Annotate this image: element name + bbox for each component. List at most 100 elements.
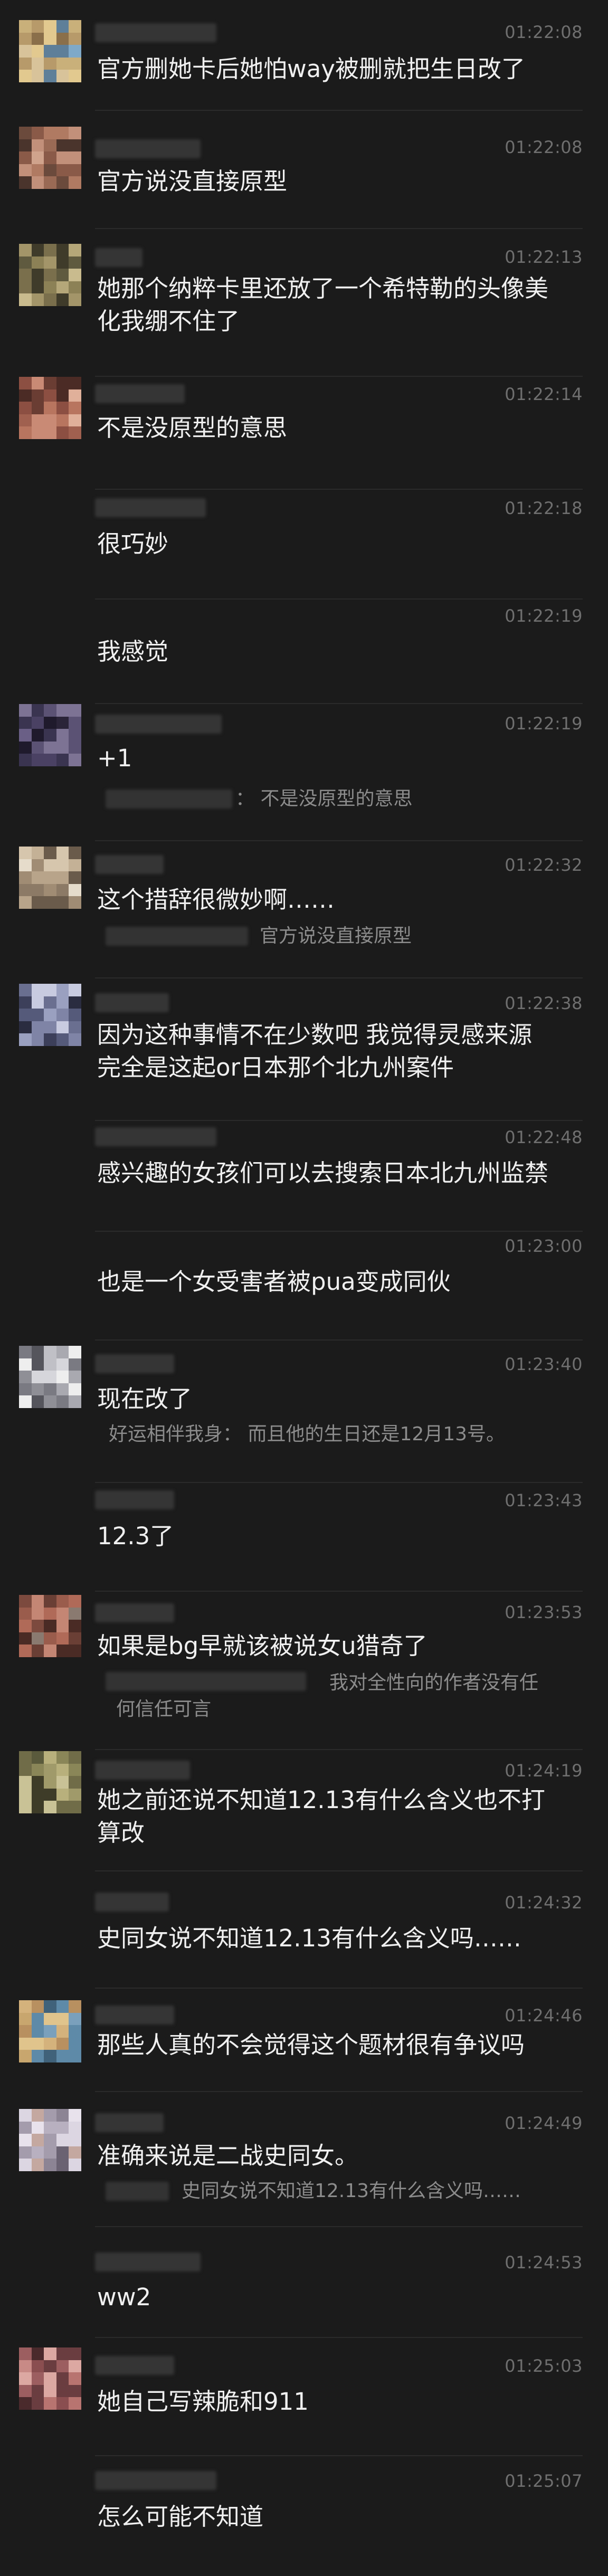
chat-message: 01:23:53 如果是bg早就该被说女u猎奇了 我对全性向的作者没有任 何信任… <box>0 1592 608 1750</box>
message-text: 史同女说不知道12.13有什么含义吗…… <box>97 1924 521 1952</box>
avatar[interactable] <box>19 1751 81 1813</box>
reply-author-blurred <box>106 790 232 809</box>
chat-message: 01:22:13 她那个纳粹卡里还放了一个希特勒的头像美 化我绷不住了 <box>0 229 608 377</box>
username-blurred <box>95 248 142 267</box>
chat-message: 01:22:08 官方删她卡后她怕way被删就把生日改了 <box>0 0 608 111</box>
message-text: 不是没原型的意思 <box>97 414 288 442</box>
reply-text: 我对全性向的作者没有任 <box>329 1672 539 1694</box>
username-blurred <box>95 2252 201 2271</box>
message-time: 01:22:08 <box>505 137 583 157</box>
message-text: 她之前还说不知道12.13有什么含义也不打 算改 <box>97 1786 545 1847</box>
quoted-reply[interactable]: 我对全性向的作者没有任 何信任可言 <box>97 1666 583 1724</box>
chat-message: 01:22:18 很巧妙 <box>0 490 608 600</box>
avatar[interactable] <box>19 2000 81 2062</box>
message-time: 01:22:18 <box>505 498 583 518</box>
chat-message: 01:24:53 ww2 <box>0 2227 608 2338</box>
username-blurred <box>95 1354 174 1373</box>
username-blurred <box>95 715 222 734</box>
username-blurred <box>95 384 185 403</box>
message-text: 如果是bg早就该被说女u猎奇了 <box>97 1632 428 1660</box>
avatar[interactable] <box>19 377 81 439</box>
avatar[interactable] <box>19 2347 81 2410</box>
message-time: 01:24:32 <box>505 1893 583 1913</box>
username-blurred <box>95 1490 174 1509</box>
chat-message: 01:23:00 也是一个女受害者被pua变成同伙 <box>0 1232 608 1341</box>
chat-message: 01:25:07 怎么可能不知道 <box>0 2456 608 2576</box>
chat-message: 01:24:32 史同女说不知道12.13有什么含义吗…… <box>0 1871 608 1989</box>
message-time: 01:22:13 <box>505 247 583 267</box>
chat-message: 01:22:08 官方说没直接原型 <box>0 111 608 229</box>
message-time: 01:22:32 <box>505 855 583 875</box>
message-time: 01:22:14 <box>505 384 583 404</box>
chat-message: 01:22:19 我感觉 <box>0 600 608 704</box>
message-time: 01:24:53 <box>505 2252 583 2273</box>
username-blurred <box>95 2005 174 2024</box>
message-text: 这个措辞很微妙啊…… <box>97 886 335 914</box>
message-time: 01:23:00 <box>505 1236 583 1256</box>
avatar[interactable] <box>19 847 81 909</box>
username-blurred <box>95 498 206 517</box>
reply-text: ： 不是没原型的意思 <box>235 788 413 810</box>
chat-message: 01:22:38 因为这种事情不在少数吧 我觉得灵感来源 完全是这起or日本那个… <box>0 978 608 1121</box>
message-time: 01:24:46 <box>505 2005 583 2026</box>
message-text: 因为这种事情不在少数吧 我觉得灵感来源 完全是这起or日本那个北九州案件 <box>97 1021 533 1081</box>
chat-message: 01:24:46 那些人真的不会觉得这个题材很有争议吗 <box>0 1989 608 2092</box>
avatar[interactable] <box>19 1595 81 1657</box>
chat-message: 01:24:19 她之前还说不知道12.13有什么含义也不打 算改 <box>0 1750 608 1871</box>
message-time: 01:23:40 <box>505 1354 583 1374</box>
avatar[interactable] <box>19 704 81 766</box>
chat-message: 01:25:03 她自己写辣脆和911 <box>0 2338 608 2456</box>
chat-message: 01:22:14 不是没原型的意思 <box>0 377 608 490</box>
message-text: +1 <box>97 744 132 772</box>
message-time: 01:22:19 <box>505 714 583 734</box>
username-blurred <box>95 139 201 158</box>
chat-message: 01:22:48 感兴趣的女孩们可以去搜索日本北九州监禁 <box>0 1121 608 1232</box>
message-time: 01:23:43 <box>505 1490 583 1510</box>
username-blurred <box>95 23 216 42</box>
message-text: 现在改了 <box>97 1385 193 1413</box>
message-time: 01:24:19 <box>505 1761 583 1781</box>
message-text: 她那个纳粹卡里还放了一个希特勒的头像美 化我绷不住了 <box>97 274 549 335</box>
reply-text: 官方说没直接原型 <box>260 925 412 947</box>
message-text: 她自己写辣脆和911 <box>97 2388 309 2416</box>
chat-message: 01:24:49 准确来说是二战史同女。 史同女说不知道12.13有什么含义吗…… <box>0 2092 608 2227</box>
chat-feed: 01:22:08 官方删她卡后她怕way被删就把生日改了 01:22:08 官方… <box>0 0 608 2576</box>
avatar[interactable] <box>19 984 81 1046</box>
quoted-reply[interactable]: 好运相伴我身： 而且他的生日还是12月13号。 <box>97 1419 583 1450</box>
quoted-reply[interactable]: ： 不是没原型的意思 <box>97 783 583 815</box>
username-blurred <box>95 1893 169 1912</box>
reply-author-blurred <box>106 2182 169 2201</box>
reply-text: 史同女说不知道12.13有什么含义吗…… <box>182 2180 521 2202</box>
message-text: 我感觉 <box>97 638 169 666</box>
message-time: 01:23:53 <box>505 1602 583 1622</box>
username-blurred <box>95 2356 174 2375</box>
avatar[interactable] <box>19 244 81 306</box>
message-time: 01:22:48 <box>505 1127 583 1147</box>
message-text: 也是一个女受害者被pua变成同伙 <box>97 1268 451 1296</box>
chat-message: 01:23:43 12.3了 <box>0 1483 608 1592</box>
quoted-reply[interactable]: 官方说没直接原型 <box>97 920 583 952</box>
reply-author-blurred <box>106 1672 306 1691</box>
chat-message: 01:22:19 +1 ： 不是没原型的意思 <box>0 704 608 841</box>
message-time: 01:22:08 <box>505 22 583 42</box>
message-text: 准确来说是二战史同女。 <box>97 2142 359 2170</box>
message-time: 01:25:03 <box>505 2356 583 2376</box>
username-blurred <box>95 2471 216 2490</box>
quoted-reply[interactable]: 史同女说不知道12.13有什么含义吗…… <box>97 2175 583 2207</box>
message-text: 12.3了 <box>97 1522 174 1550</box>
username-blurred <box>95 1761 190 1780</box>
username-blurred <box>95 2113 164 2132</box>
avatar[interactable] <box>19 1346 81 1408</box>
username-blurred <box>95 1127 216 1146</box>
message-time: 01:22:19 <box>505 606 583 626</box>
chat-message: 01:22:32 这个措辞很微妙啊…… 官方说没直接原型 <box>0 841 608 978</box>
chat-message: 01:23:40 现在改了 好运相伴我身： 而且他的生日还是12月13号。 <box>0 1341 608 1483</box>
username-blurred <box>95 855 164 874</box>
message-time: 01:25:07 <box>505 2471 583 2491</box>
message-text: 感兴趣的女孩们可以去搜索日本北九州监禁 <box>97 1159 549 1187</box>
avatar[interactable] <box>19 127 81 189</box>
avatar[interactable] <box>19 2109 81 2171</box>
avatar[interactable] <box>19 20 81 82</box>
message-text: ww2 <box>97 2283 151 2311</box>
username-blurred <box>95 1603 174 1622</box>
